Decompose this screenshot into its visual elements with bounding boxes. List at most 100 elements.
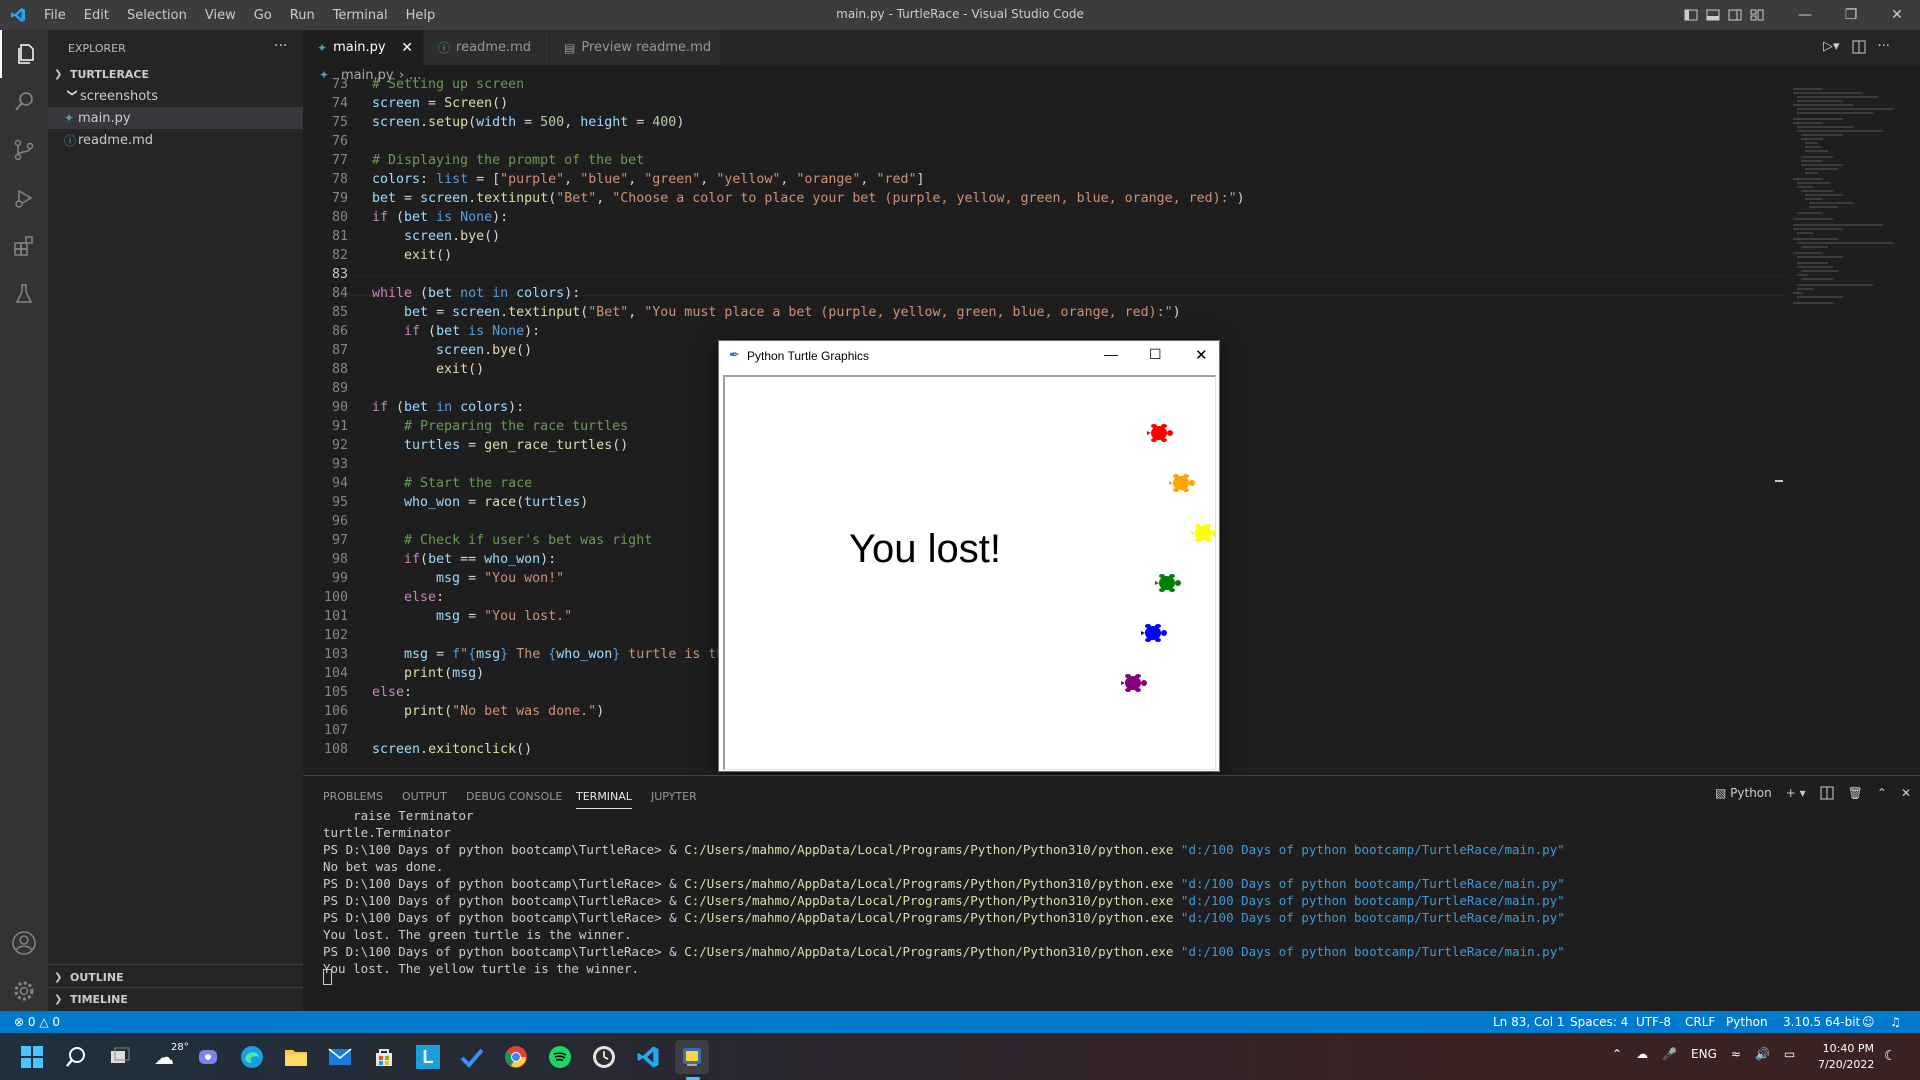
maximize-icon[interactable]: ☐: [1149, 346, 1162, 363]
microphone-icon[interactable]: 🎤: [1662, 1047, 1677, 1061]
onedrive-cloud-icon[interactable]: ☁: [1636, 1047, 1648, 1061]
cursor-position[interactable]: Ln 83, Col 1: [1493, 1015, 1565, 1029]
search-icon[interactable]: [59, 1040, 93, 1074]
input-language[interactable]: ENG: [1691, 1047, 1717, 1061]
teams-chat-icon[interactable]: [191, 1040, 225, 1074]
new-terminal-icon[interactable]: + ▾: [1786, 786, 1806, 800]
spotify-icon[interactable]: [543, 1040, 577, 1074]
edge-browser-icon[interactable]: [235, 1040, 269, 1074]
chrome-icon[interactable]: [499, 1040, 533, 1074]
run-python-file-icon[interactable]: ▷▾: [1823, 39, 1840, 54]
wifi-icon[interactable]: ≈: [1731, 1047, 1741, 1061]
tab-jupyter[interactable]: JUPYTER: [651, 790, 697, 803]
tab-main-py[interactable]: ✦ main.py ✕: [303, 30, 423, 65]
task-view-icon[interactable]: [103, 1040, 137, 1074]
settings-gear-icon[interactable]: [0, 967, 48, 1015]
code-line: if (bet is None):: [372, 210, 509, 225]
tree-item-main-py[interactable]: ✦ main.py: [48, 107, 303, 129]
tab-terminal[interactable]: TERMINAL: [576, 790, 632, 809]
tab-problems[interactable]: PROBLEMS: [323, 790, 383, 803]
toggle-secondary-sidebar-icon[interactable]: [1728, 8, 1742, 22]
menu-file[interactable]: File: [44, 8, 66, 23]
code-line: screen.bye(): [436, 343, 533, 358]
line-ending[interactable]: CRLF: [1685, 1015, 1715, 1029]
tab-readme-md[interactable]: ⓘ readme.md: [424, 30, 549, 65]
close-tab-icon[interactable]: ✕: [401, 40, 413, 56]
source-control-icon[interactable]: [0, 126, 48, 174]
explorer-icon[interactable]: [0, 30, 50, 78]
code-line: # Check if user's bet was right: [404, 533, 653, 548]
toggle-sidebar-icon[interactable]: [1684, 8, 1698, 22]
battery-icon[interactable]: ▭: [1784, 1047, 1795, 1061]
warning-count: 0: [52, 1015, 61, 1029]
weather-widget-icon[interactable]: ☁ 28°: [147, 1040, 189, 1074]
microsoft-store-icon[interactable]: [367, 1040, 401, 1074]
restore-icon[interactable]: ❐: [1828, 0, 1874, 30]
outline-section[interactable]: ❯ OUTLINE: [48, 966, 303, 988]
menu-view[interactable]: View: [205, 8, 236, 23]
menu-selection[interactable]: Selection: [127, 8, 187, 23]
vertical-scrollbar[interactable]: [1737, 87, 1783, 775]
l-app-icon[interactable]: L: [411, 1040, 445, 1074]
feedback-icon[interactable]: ☺: [1862, 1015, 1875, 1029]
terminal-profile[interactable]: ▧ Python: [1715, 786, 1772, 800]
vscode-taskbar-icon[interactable]: [631, 1040, 665, 1074]
clock[interactable]: 10:40 PM 7/20/2022: [1818, 1041, 1874, 1073]
code-line: colors: list = ["purple", "blue", "green…: [372, 172, 925, 187]
split-editor-icon[interactable]: [1852, 40, 1866, 54]
menu-help[interactable]: Help: [406, 8, 436, 23]
more-actions-icon[interactable]: ···: [1878, 39, 1890, 54]
tree-item-readme-md[interactable]: ⓘ readme.md: [48, 129, 303, 151]
extensions-icon[interactable]: [0, 222, 48, 270]
file-explorer-icon[interactable]: [279, 1040, 313, 1074]
terminal-prompt: PS D:\100 Days of python bootcamp\Turtle…: [323, 893, 685, 908]
status-bar: ⊗ 0 △ 0 Ln 83, Col 1 Spaces: 4 UTF-8 CRL…: [0, 1011, 1920, 1033]
notification-center-icon[interactable]: ☾: [1884, 1048, 1897, 1064]
tab-preview-readme[interactable]: ▤ Preview readme.md: [550, 30, 720, 65]
toggle-panel-icon[interactable]: [1706, 8, 1720, 22]
encoding[interactable]: UTF-8: [1636, 1015, 1671, 1029]
project-folder-header[interactable]: ❯ TURTLERACE: [48, 63, 303, 85]
more-actions-icon[interactable]: ···: [274, 38, 287, 54]
volume-icon[interactable]: 🔊: [1755, 1047, 1770, 1061]
split-terminal-icon[interactable]: [1820, 786, 1834, 800]
tab-debug-console[interactable]: DEBUG CONSOLE: [466, 790, 562, 803]
mail-icon[interactable]: [323, 1040, 357, 1074]
search-icon[interactable]: [0, 78, 48, 126]
todo-check-icon[interactable]: [455, 1040, 489, 1074]
maximize-panel-icon[interactable]: ⌃: [1877, 786, 1887, 800]
timeline-section[interactable]: ❯ TIMELINE: [48, 988, 303, 1010]
turtle-canvas[interactable]: You lost!: [723, 375, 1216, 770]
close-window-icon[interactable]: ✕: [1195, 346, 1208, 364]
turtle-graphics-window[interactable]: ✒ Python Turtle Graphics — ☐ ✕ You lost!: [718, 340, 1220, 772]
menu-edit[interactable]: Edit: [84, 8, 109, 23]
run-debug-icon[interactable]: [0, 174, 48, 222]
clock-app-icon[interactable]: [587, 1040, 621, 1074]
trash-icon[interactable]: 🗑: [1848, 786, 1863, 800]
language-mode[interactable]: Python: [1726, 1015, 1768, 1029]
account-icon[interactable]: [0, 919, 48, 967]
breadcrumb: ✦ main.py › ...: [303, 65, 1920, 87]
python-turtle-taskbar-icon[interactable]: [675, 1040, 709, 1074]
show-hidden-icons-icon[interactable]: ⌃: [1612, 1047, 1622, 1061]
python-interpreter[interactable]: 3.10.5 64-bit: [1783, 1015, 1860, 1029]
minimize-icon[interactable]: —: [1104, 346, 1118, 362]
problems-status[interactable]: ⊗ 0 △ 0: [14, 1015, 60, 1029]
menu-run[interactable]: Run: [290, 8, 315, 23]
tree-item-screenshots[interactable]: ❯ screenshots: [48, 85, 303, 107]
chevron-right-icon: ❯: [54, 971, 63, 983]
minimap[interactable]: [1783, 87, 1908, 775]
close-panel-icon[interactable]: ✕: [1901, 786, 1911, 800]
windows-start-icon[interactable]: [15, 1040, 49, 1074]
notifications-bell-icon[interactable]: ♫: [1890, 1015, 1901, 1029]
turtle-window-titlebar[interactable]: ✒ Python Turtle Graphics — ☐ ✕: [719, 341, 1219, 372]
customize-layout-icon[interactable]: [1750, 8, 1764, 22]
minimize-icon[interactable]: —: [1782, 0, 1828, 30]
indentation[interactable]: Spaces: 4: [1570, 1015, 1628, 1029]
menu-terminal[interactable]: Terminal: [333, 8, 388, 23]
bottom-panel: PROBLEMS OUTPUT DEBUG CONSOLE TERMINAL J…: [303, 775, 1920, 1012]
testing-icon[interactable]: [0, 270, 48, 318]
menu-go[interactable]: Go: [254, 8, 272, 23]
tab-output[interactable]: OUTPUT: [402, 790, 447, 803]
close-window-icon[interactable]: ✕: [1874, 0, 1920, 30]
